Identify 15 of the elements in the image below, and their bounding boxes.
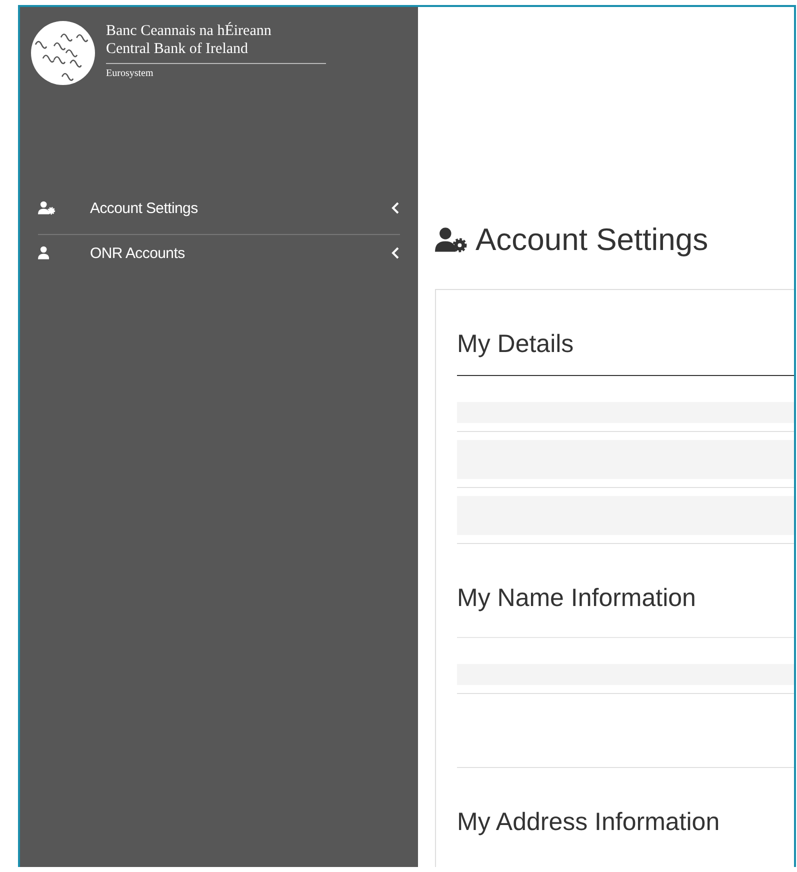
nav-item[interactable]: Account Settings (90, 200, 390, 216)
page-title: Account Settings (476, 222, 708, 258)
brand-tagline: Eurosystem (106, 68, 154, 79)
brand-name: Central Bank of Ireland (106, 40, 250, 58)
user-icon (38, 246, 50, 260)
user-gear-icon (38, 201, 56, 215)
chevron-icon[interactable] (390, 202, 400, 214)
brand-name-irish: Banc Ceannais na hÉireann (106, 22, 272, 40)
chevron-icon[interactable] (390, 247, 400, 259)
nav-item[interactable]: ONR Accounts (90, 244, 390, 262)
section-heading: My Details (457, 290, 794, 376)
section-heading: My Address Information (457, 807, 721, 838)
section-heading: My Name Information (457, 544, 794, 638)
user-gear-icon (435, 227, 468, 253)
logo-icon (30, 20, 96, 86)
